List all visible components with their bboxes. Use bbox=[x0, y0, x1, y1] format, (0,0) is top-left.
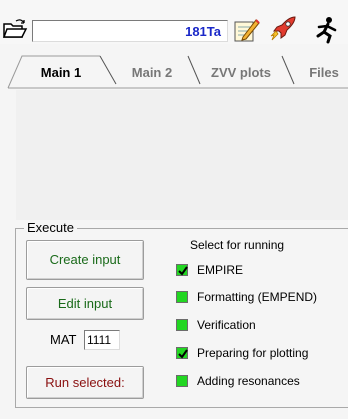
mat-label: MAT bbox=[50, 332, 77, 347]
execute-legend: Execute bbox=[24, 220, 77, 235]
checkbox-preparing-plotting[interactable] bbox=[176, 347, 188, 359]
option-label: Adding resonances bbox=[197, 374, 300, 388]
checkbox-adding-resonances[interactable] bbox=[176, 375, 188, 387]
project-field[interactable]: 181Ta bbox=[32, 20, 228, 42]
rocket-icon[interactable] bbox=[268, 14, 298, 44]
edit-input-button[interactable]: Edit input bbox=[26, 287, 144, 320]
option-label: Preparing for plotting bbox=[197, 346, 309, 360]
option-label: Formatting (EMPEND) bbox=[197, 290, 318, 304]
main-panel bbox=[16, 90, 348, 220]
mat-input[interactable]: 1111 bbox=[84, 330, 120, 350]
checkbox-formatting[interactable] bbox=[176, 291, 188, 303]
tab-separators bbox=[7, 55, 348, 89]
option-label: EMPIRE bbox=[197, 263, 244, 277]
run-selected-button[interactable]: Run selected: bbox=[26, 366, 144, 399]
option-label: Verification bbox=[197, 318, 256, 332]
create-input-button[interactable]: Create input bbox=[26, 240, 144, 280]
checkbox-empire[interactable] bbox=[176, 264, 188, 276]
select-for-running-label: Select for running bbox=[190, 238, 285, 252]
open-folder-icon[interactable] bbox=[2, 18, 28, 40]
running-man-icon[interactable] bbox=[310, 16, 340, 44]
edit-notepad-icon[interactable] bbox=[232, 16, 260, 44]
checkbox-verification[interactable] bbox=[176, 319, 188, 331]
